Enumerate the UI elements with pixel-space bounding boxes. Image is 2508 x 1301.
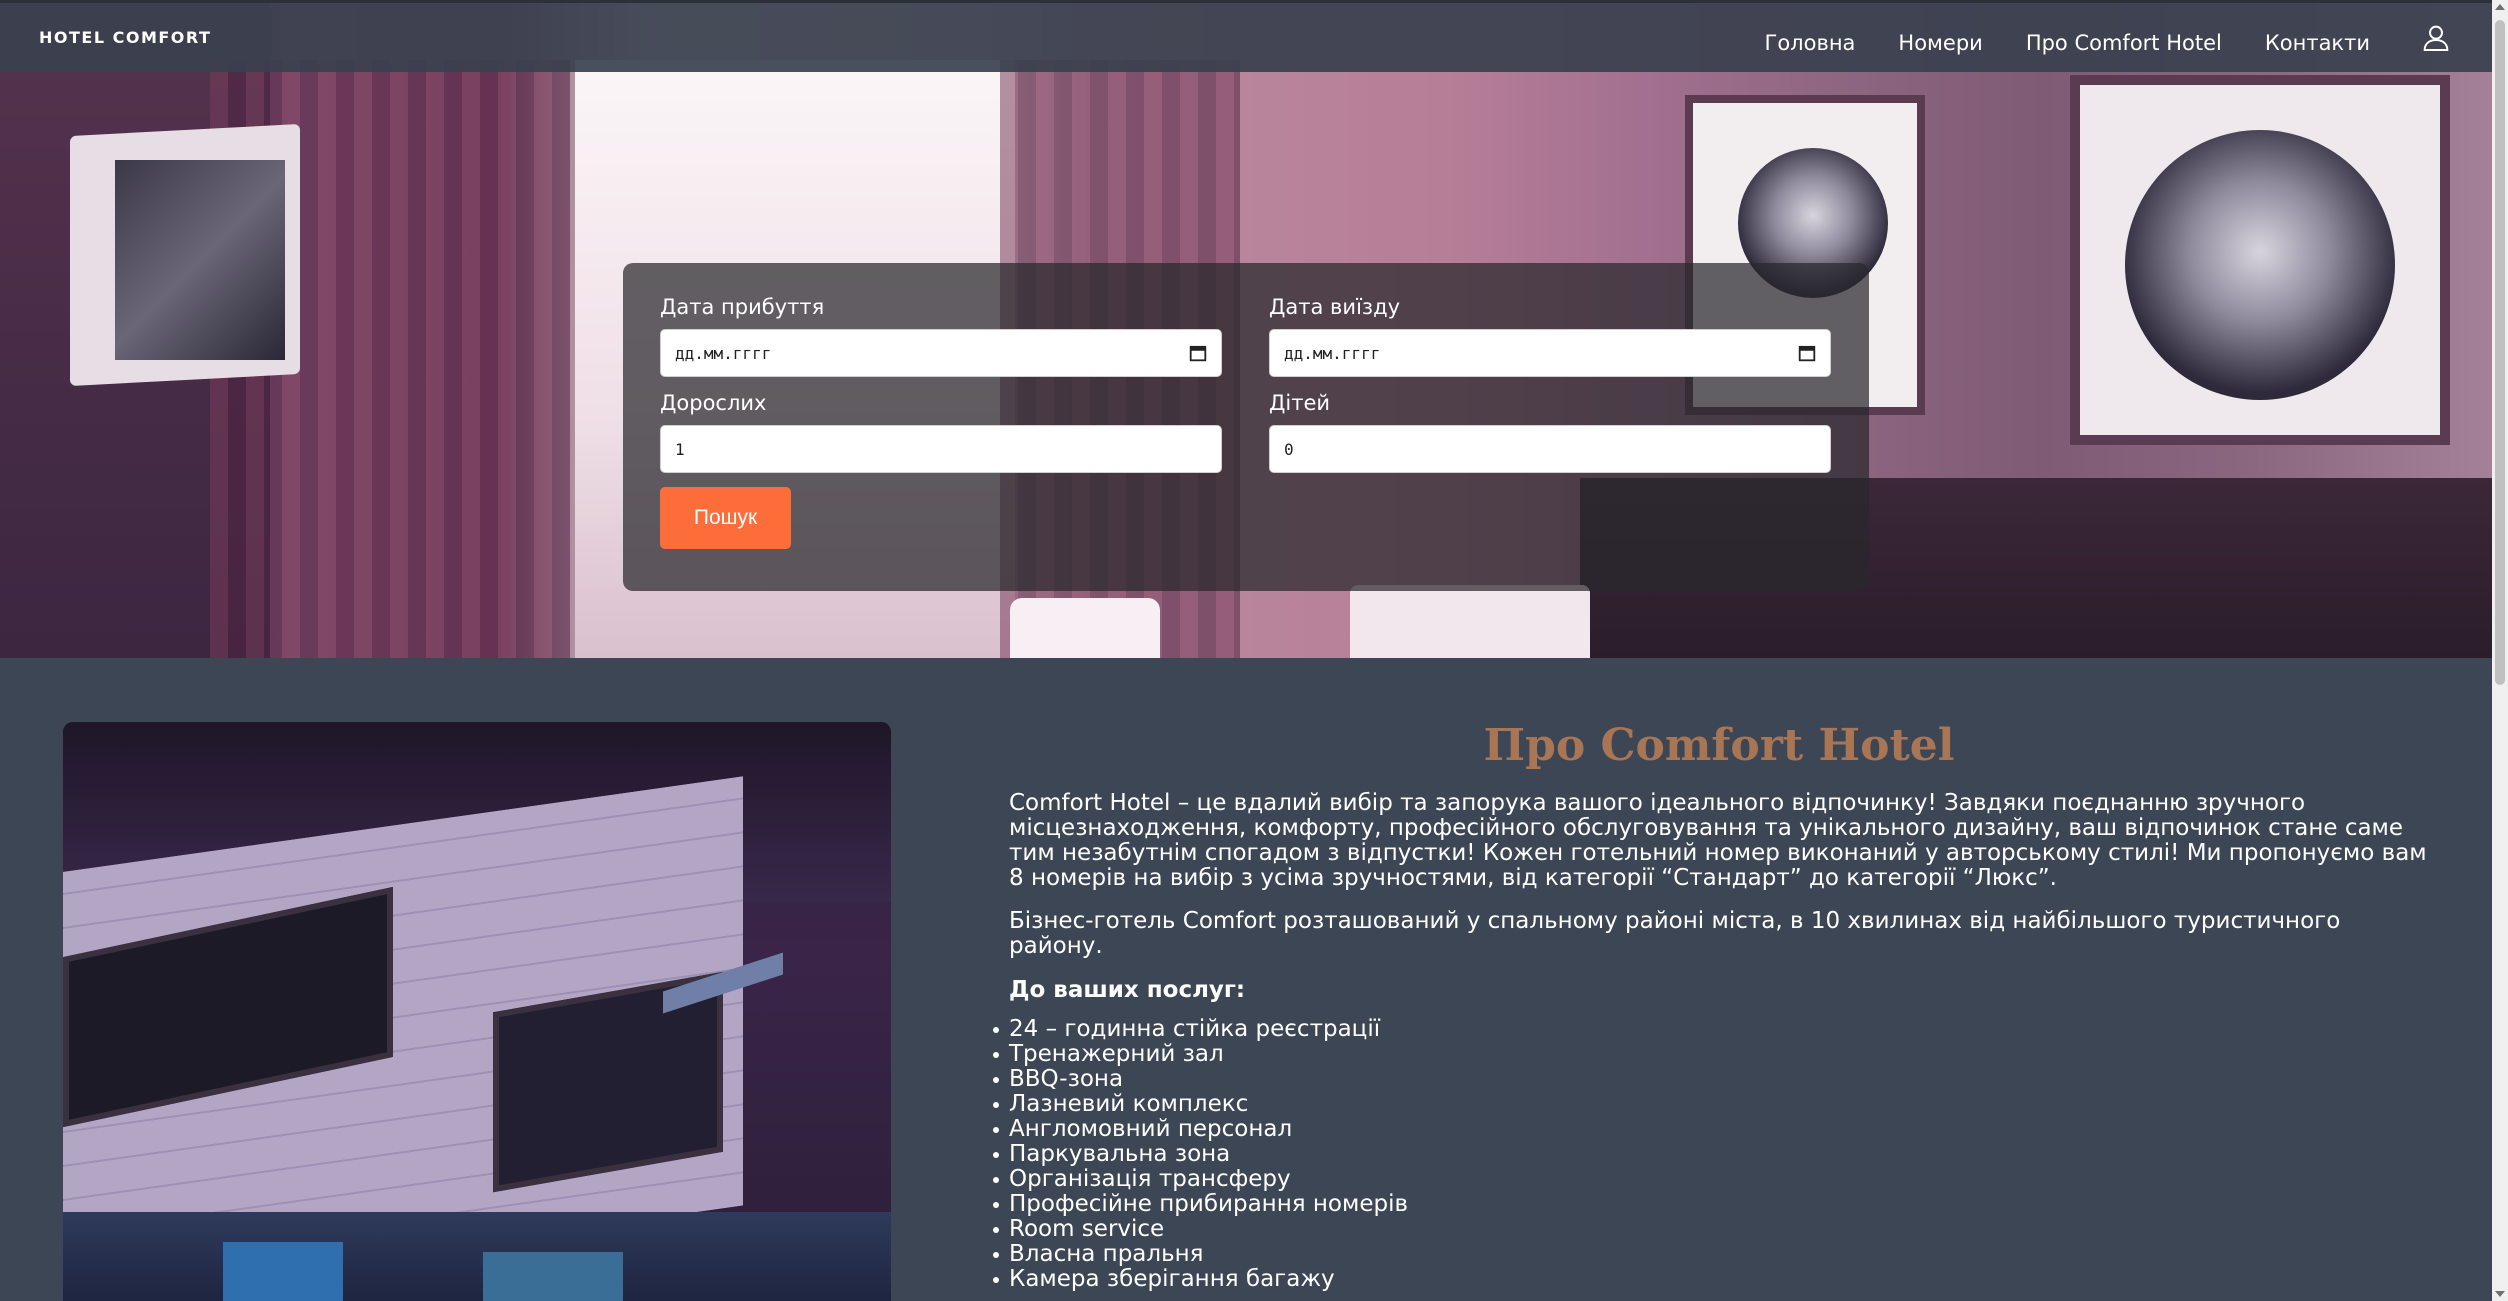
services-list-item: BBQ-зона [993,1067,2429,1092]
hero-lamp [1350,585,1590,658]
top-navbar: HOTEL COMFORT Головна Номери Про Comfort… [0,0,2492,72]
about-title: Про Comfort Hotel [1483,720,1955,771]
nav-link-rooms[interactable]: Номери [1898,31,1982,55]
nav-links: Головна Номери Про Comfort Hotel Контакт… [1722,21,2452,55]
children-value: 0 [1284,439,1294,459]
user-icon[interactable] [2420,22,2452,54]
scroll-down-arrow-icon[interactable] [2495,1291,2505,1297]
scrollbar-thumb[interactable] [2495,20,2505,685]
adults-field-group: Дорослих 1 [660,391,1222,487]
scroll-up-arrow-icon[interactable] [2495,4,2505,10]
departure-date-value: дд.мм.гггг [1284,343,1381,363]
arrival-date-value: дд.мм.гггг [675,343,772,363]
hero-bed [1010,598,1160,658]
hotel-building-photo [63,722,891,1301]
departure-field-group: Дата виїзду дд.мм.гггг [1269,295,1831,391]
children-label: Дітей [1269,391,1331,415]
services-heading: До ваших послуг: [1009,977,1246,1003]
services-list-item: Власна пральня [993,1242,2429,1267]
page-scrollbar[interactable] [2492,0,2508,1301]
adults-value: 1 [675,439,685,459]
about-section: Про Comfort Hotel Comfort Hotel – це вда… [993,720,2429,1292]
about-paragraph-1: Comfort Hotel – це вдалий вибір та запор… [1009,790,2427,891]
children-input[interactable]: 0 [1269,425,1831,473]
adults-input[interactable]: 1 [660,425,1222,473]
nav-link-home[interactable]: Головна [1765,31,1856,55]
arrival-label: Дата прибуття [660,295,825,319]
services-list-item: Лазневий комплекс [993,1092,2429,1117]
arrival-field-group: Дата прибуття дд.мм.гггг [660,295,1222,391]
nav-link-about[interactable]: Про Comfort Hotel [2026,31,2222,55]
about-paragraph-2: Бізнес-готель Comfort розташований у спа… [1009,908,2341,959]
nav-link-contacts[interactable]: Контакти [2265,31,2370,55]
hero-tv-screen [115,160,285,360]
brand-logo[interactable]: HOTEL COMFORT [39,28,211,47]
services-list-item: Професійне прибирання номерів [993,1192,2429,1217]
children-field-group: Дітей 0 [1269,391,1831,487]
arrival-date-input[interactable]: дд.мм.гггг [660,329,1222,377]
services-list-item: Паркувальна зона [993,1142,2429,1167]
departure-date-input[interactable]: дд.мм.гггг [1269,329,1831,377]
search-button[interactable]: Пошук [660,487,791,549]
services-list-item: Англомовний персонал [993,1117,2429,1142]
services-list-item: 24 – годинна стійка реєстрації [993,1017,2429,1042]
hero-picture-frame [2070,75,2450,445]
booking-form: Дата прибуття дд.мм.гггг Дата виїзду дд.… [623,263,1869,591]
calendar-icon[interactable] [1798,344,1816,362]
services-list-item: Тренажерний зал [993,1042,2429,1067]
services-list-item: Організація трансферу [993,1167,2429,1192]
departure-label: Дата виїзду [1269,295,1401,319]
services-list-item: Камера зберігання багажу [993,1267,2429,1292]
services-list-item: Room service [993,1217,2429,1242]
services-list: 24 – годинна стійка реєстрації Тренажерн… [993,1017,2429,1292]
adults-label: Дорослих [660,391,767,415]
calendar-icon[interactable] [1189,344,1207,362]
